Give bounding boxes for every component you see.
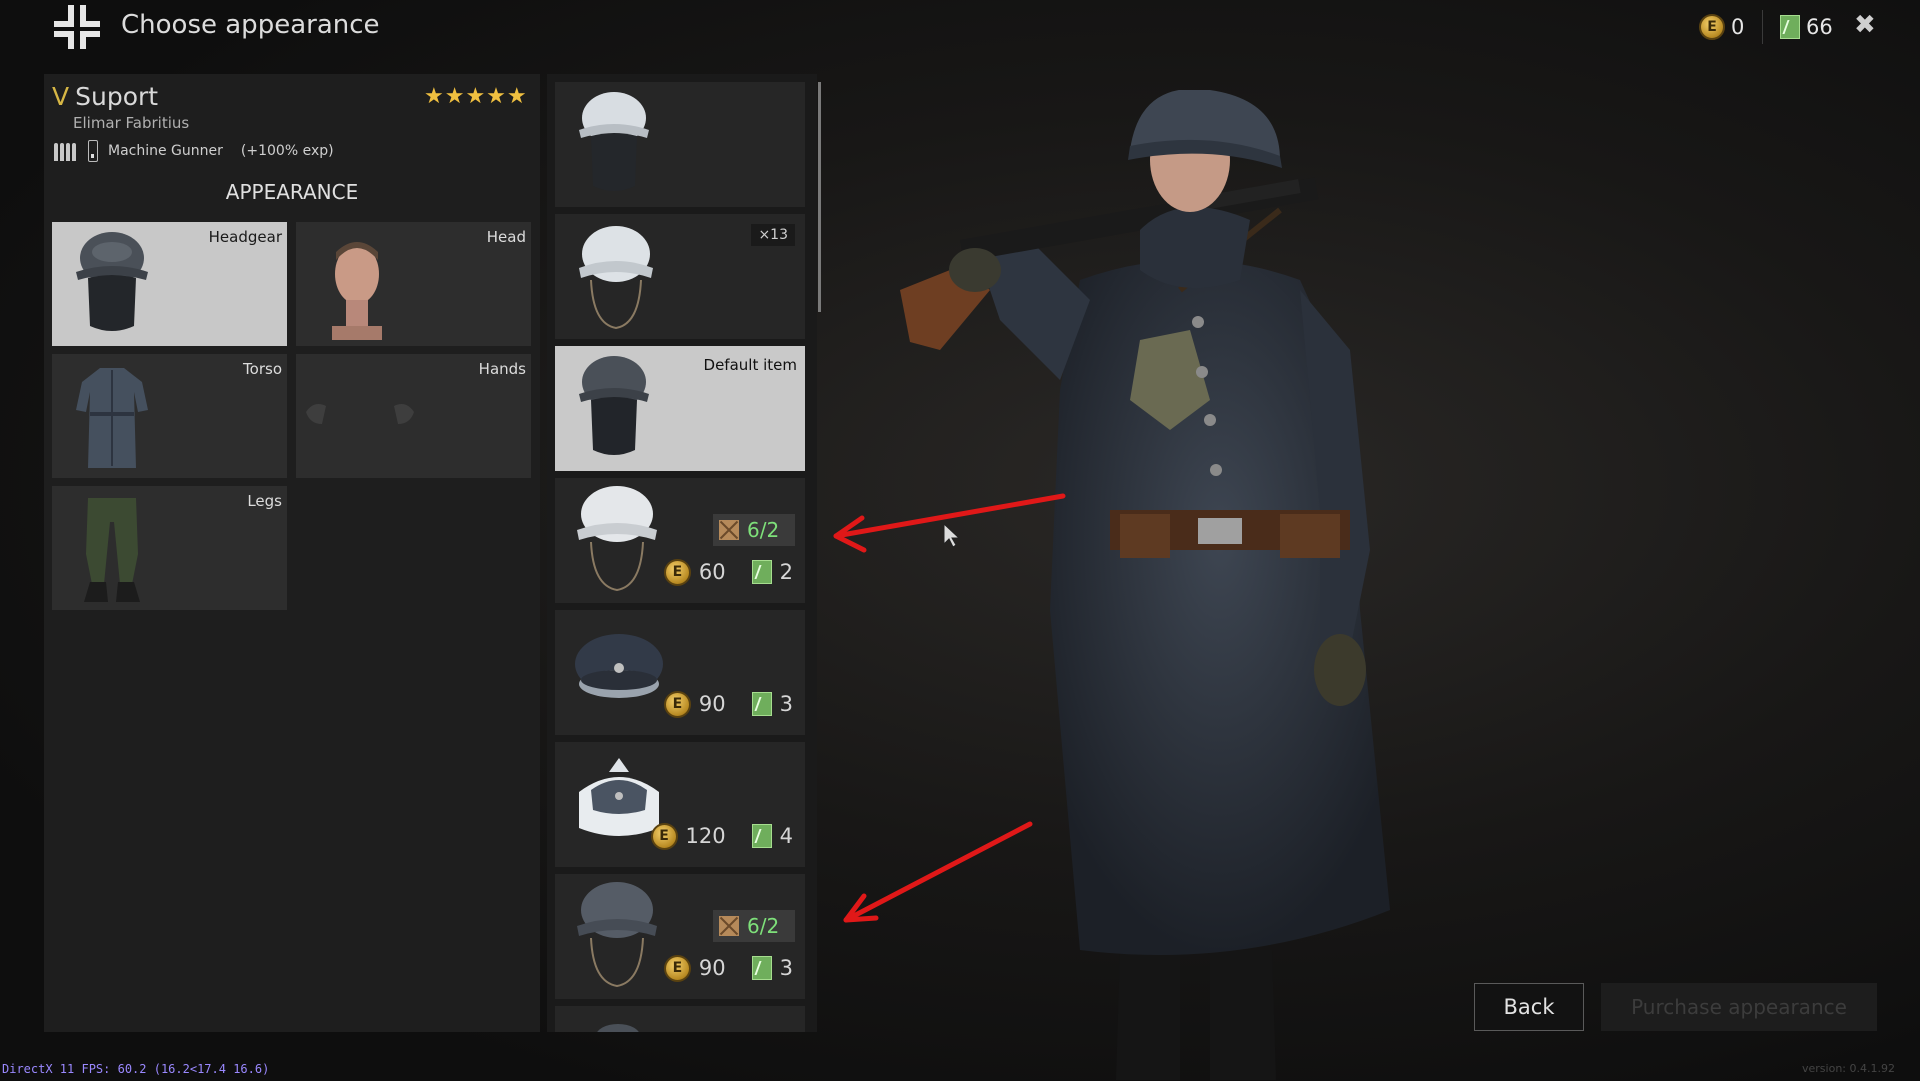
ticket-icon <box>751 956 772 980</box>
top-bar: Choose appearance E 0 66 ✖ <box>0 0 1920 54</box>
ticket-price: 3 <box>779 956 793 980</box>
steel-helmet-balaclava-icon <box>579 356 649 455</box>
ticket-icon <box>751 560 772 584</box>
fps-counter: DirectX 11 FPS: 60.2 (16.2<17.4 16.6) <box>2 1062 270 1076</box>
mouse-cursor-icon <box>943 522 961 548</box>
coin-icon: E <box>663 690 691 718</box>
close-icon[interactable]: ✖ <box>1854 10 1876 40</box>
slot-label: Hands <box>478 360 526 378</box>
exp-bonus: (+100% exp) <box>240 143 334 159</box>
rating-stars: ★★★★★ <box>424 84 528 109</box>
slot-torso[interactable]: Torso <box>52 354 287 478</box>
soldier-name: Elimar Fabritius <box>73 114 190 132</box>
price-row: E 90 3 <box>663 953 793 983</box>
slot-label: Torso <box>243 360 282 378</box>
white-cover-helmet-icon <box>579 92 649 191</box>
machine-gun-icon <box>88 140 98 162</box>
item-white-cover-helmet[interactable] <box>555 82 805 207</box>
white-cover-helmet-strap-icon <box>579 226 653 330</box>
item-partial[interactable] <box>555 1006 805 1032</box>
order-requirement: 6/2 <box>713 514 795 546</box>
item-list[interactable]: ×13 Default item 6/2 E 60 2 E 90 3 E 120… <box>547 74 817 1032</box>
soldier-preview[interactable] <box>880 90 1500 1080</box>
coin-icon: E <box>1699 14 1725 40</box>
price-row: E 120 4 <box>650 821 793 851</box>
order-icon <box>719 916 739 936</box>
gold-price: 60 <box>698 560 726 584</box>
item-white-cover-helmet-strap[interactable]: ×13 <box>555 214 805 339</box>
field-cap-icon <box>575 634 663 698</box>
item-field-cap[interactable]: E 90 3 <box>555 610 805 735</box>
ticket-price: 3 <box>779 692 793 716</box>
coat-icon <box>76 368 148 468</box>
order-requirement: 6/2 <box>713 910 795 942</box>
gold-amount: 0 <box>1731 15 1745 39</box>
coin-icon: E <box>663 954 691 982</box>
head-icon <box>332 242 382 340</box>
trousers-icon <box>84 498 140 602</box>
item-fur-winter-cap[interactable]: E 120 4 <box>555 742 805 867</box>
soldier-kind: Machine Gunner <box>108 143 223 159</box>
ticket-icon <box>751 692 772 716</box>
soldier-panel: V Suport ★★★★★ Elimar Fabritius Machine G… <box>44 74 540 1032</box>
price-row: E 90 3 <box>663 689 793 719</box>
appearance-heading: APPEARANCE <box>225 180 359 204</box>
slot-label: Legs <box>247 492 282 510</box>
header-divider <box>1762 10 1763 44</box>
slot-hands[interactable]: Hands <box>296 354 531 478</box>
soldier-class: V Suport <box>52 82 158 111</box>
duplicate-count-badge: ×13 <box>751 224 795 246</box>
grey-steel-helmet-icon <box>577 882 657 988</box>
slot-label: Headgear <box>208 228 282 246</box>
item-grey-steel-helmet[interactable]: 6/2 E 90 3 <box>555 874 805 999</box>
back-button[interactable]: Back <box>1474 983 1584 1031</box>
slot-legs[interactable]: Legs <box>52 486 287 610</box>
ticket-icon <box>1780 15 1800 39</box>
default-item-label: Default item <box>703 356 797 374</box>
gold-balance: E 0 <box>1699 13 1744 41</box>
ammo-icon <box>54 141 78 161</box>
item-default-helmet[interactable]: Default item <box>555 346 805 471</box>
class-name: Suport <box>75 82 159 111</box>
rank-badge: V <box>52 82 70 111</box>
white-steel-helmet-icon <box>577 486 657 592</box>
slot-label: Head <box>486 228 526 246</box>
slot-headgear[interactable]: Headgear <box>52 222 287 346</box>
page-title: Choose appearance <box>121 10 380 40</box>
gloves-icon <box>306 404 414 424</box>
soldier-kind-row: Machine Gunner (+100% exp) <box>54 140 334 162</box>
ticket-amount: 66 <box>1806 15 1833 39</box>
order-count: 6/2 <box>747 914 780 938</box>
slot-head[interactable]: Head <box>296 222 531 346</box>
gold-price: 120 <box>685 824 726 848</box>
item-white-steel-helmet[interactable]: 6/2 E 60 2 <box>555 478 805 603</box>
purchase-appearance-button[interactable]: Purchase appearance <box>1601 983 1877 1031</box>
item-list-scrollbar[interactable] <box>818 82 821 312</box>
coin-icon: E <box>650 822 678 850</box>
squad-menu-icon[interactable] <box>52 3 102 49</box>
ticket-balance: 66 <box>1780 13 1833 41</box>
gold-price: 90 <box>698 956 726 980</box>
price-row: E 60 2 <box>663 557 793 587</box>
gold-price: 90 <box>698 692 726 716</box>
order-icon <box>719 520 739 540</box>
ticket-price: 4 <box>779 824 793 848</box>
coin-icon: E <box>663 558 691 586</box>
ticket-icon <box>751 824 772 848</box>
order-count: 6/2 <box>747 518 780 542</box>
ticket-price: 2 <box>779 560 793 584</box>
helmet-icon <box>76 232 148 331</box>
helmet-icon <box>597 1024 639 1032</box>
version-label: version: 0.4.1.92 <box>1802 1062 1895 1075</box>
